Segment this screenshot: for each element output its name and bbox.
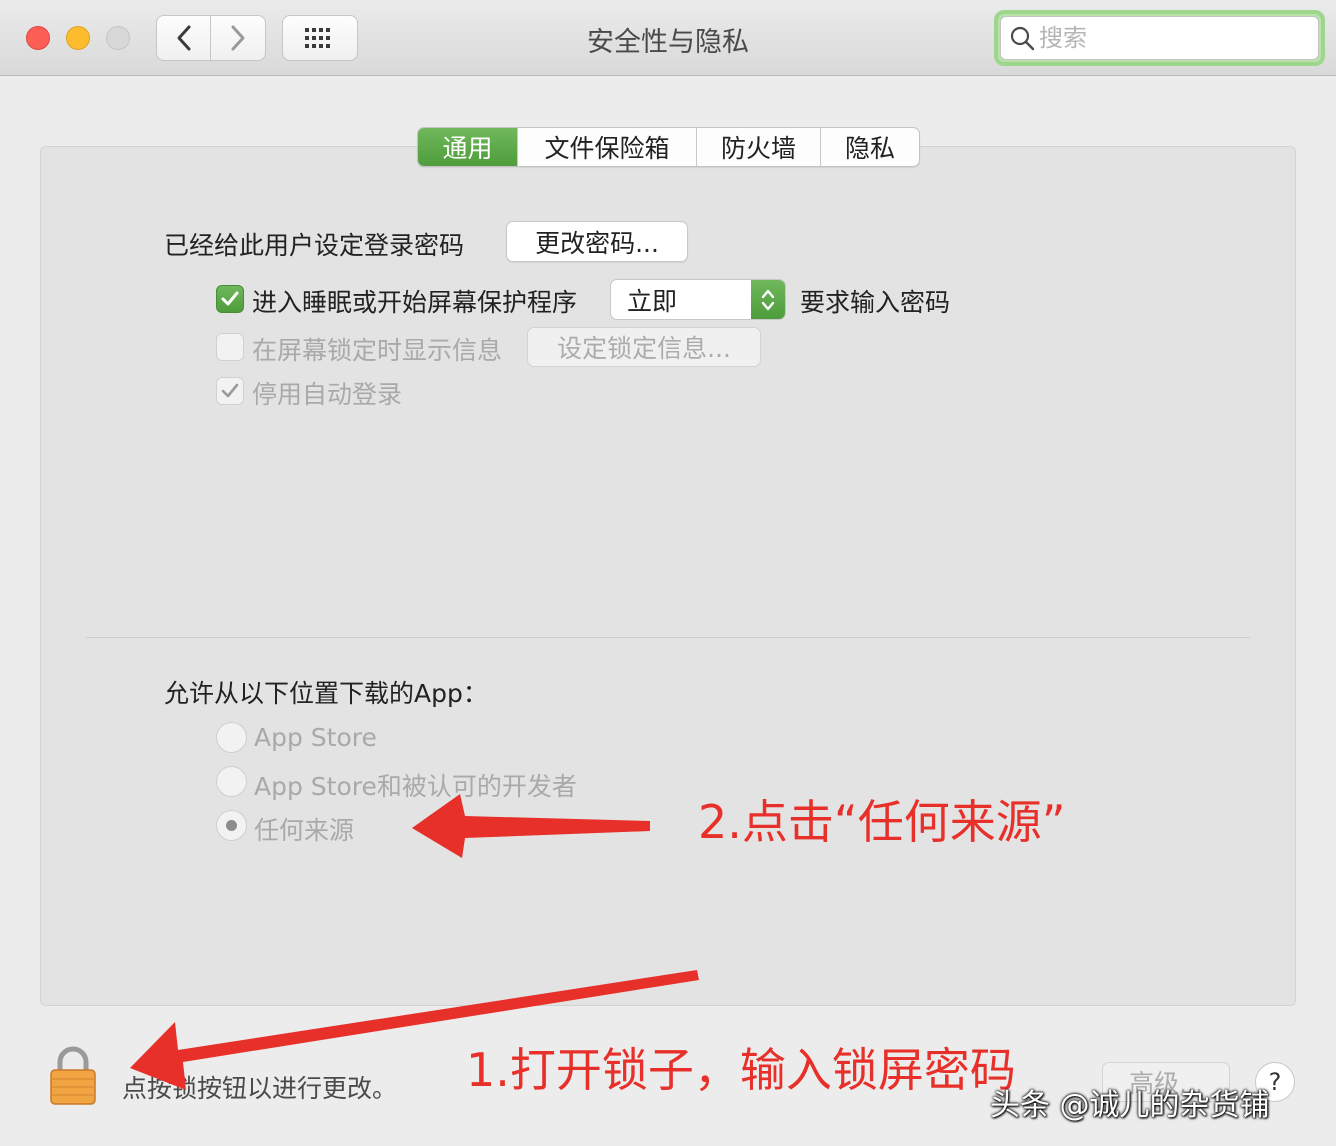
- radio-app-store[interactable]: [216, 722, 247, 753]
- tab-content-panel: [40, 146, 1296, 1006]
- downloads-heading: 允许从以下位置下载的App：: [164, 679, 488, 708]
- watermark-text: 头条 @诚儿的杂货铺: [990, 1088, 1270, 1123]
- checkmark-icon: [221, 383, 239, 398]
- radio-app-store-label: App Store: [254, 723, 377, 752]
- search-field[interactable]: [1000, 16, 1319, 60]
- lock-icon[interactable]: [48, 1046, 98, 1106]
- lock-instruction-text: 点按锁按钮以进行更改。: [122, 1074, 398, 1103]
- disable-auto-login-checkbox[interactable]: [216, 377, 244, 405]
- require-password-delay-popup[interactable]: 立即: [610, 279, 786, 320]
- password-set-label: 已经给此用户设定登录密码: [164, 231, 465, 260]
- search-icon: [1010, 26, 1035, 51]
- radio-anywhere-label: 任何来源: [254, 816, 355, 845]
- popup-selected-value: 立即: [627, 286, 678, 316]
- sleep-checkbox-label: 进入睡眠或开始屏幕保护程序: [252, 288, 578, 317]
- change-password-button[interactable]: 更改密码...: [506, 221, 688, 262]
- tab-privacy[interactable]: 隐私: [821, 128, 919, 166]
- auto-login-label: 停用自动登录: [252, 380, 403, 409]
- tab-firewall[interactable]: 防火墙: [697, 128, 821, 166]
- popup-arrows-icon: [751, 280, 785, 319]
- radio-anywhere[interactable]: [216, 810, 247, 841]
- tab-general[interactable]: 通用: [418, 128, 518, 166]
- radio-identified-developers[interactable]: [216, 766, 247, 797]
- tab-bar: 通用 文件保险箱 防火墙 隐私: [417, 127, 920, 167]
- radio-identified-developers-label: App Store和被认可的开发者: [254, 772, 577, 801]
- checkmark-icon: [221, 291, 239, 306]
- section-divider: [86, 637, 1250, 638]
- require-password-suffix: 要求输入密码: [800, 288, 951, 317]
- tab-filevault[interactable]: 文件保险箱: [518, 128, 697, 166]
- sleep-require-password-checkbox[interactable]: [216, 285, 244, 313]
- annotation-step-1: 1.打开锁子，输入锁屏密码: [466, 1043, 1016, 1097]
- search-field-focus-ring: [994, 10, 1325, 66]
- annotation-step-2: 2.点击“任何来源”: [698, 795, 1066, 849]
- set-lock-message-button[interactable]: 设定锁定信息...: [527, 327, 761, 367]
- search-input[interactable]: [1039, 24, 1289, 52]
- title-bar: 安全性与隐私: [0, 0, 1336, 76]
- radio-selected-dot: [226, 820, 237, 831]
- lock-message-label: 在屏幕锁定时显示信息: [252, 336, 503, 365]
- show-lock-message-checkbox[interactable]: [216, 333, 244, 361]
